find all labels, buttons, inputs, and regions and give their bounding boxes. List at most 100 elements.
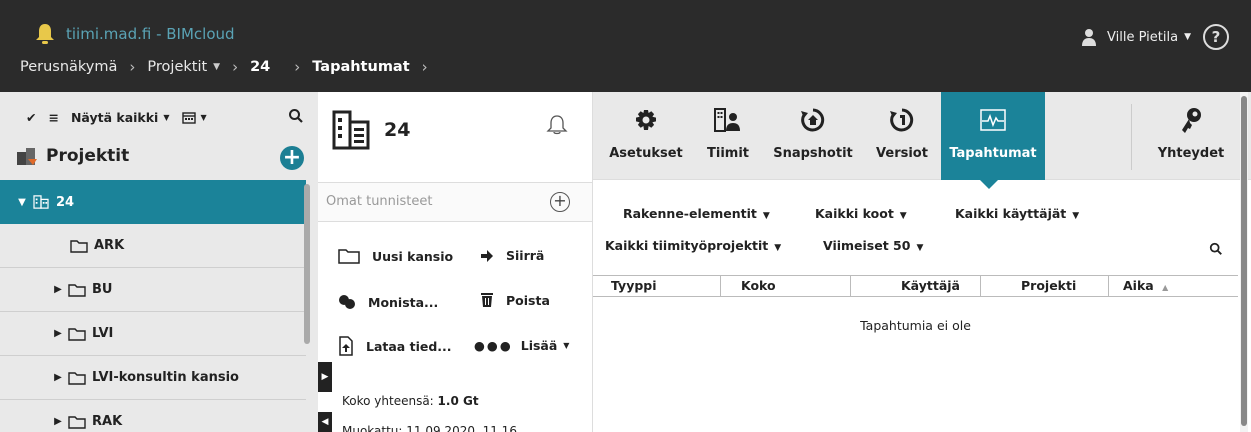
user-icon [1082,29,1097,46]
building-icon [332,110,370,150]
user-name[interactable]: Ville Pietila [1107,30,1178,45]
tree-item-label: LVI [92,326,114,341]
breadcrumb: Perusnäkymä › Projektit ▼ › 24 › Tapahtu… [20,58,440,76]
collapse-panel-arrow-icon[interactable]: ◀ [318,412,332,432]
tab-label: Asetukset [609,146,683,161]
tab-events[interactable]: Tapahtumat [941,92,1045,180]
versions-icon [888,106,916,134]
breadcrumb-separator-icon: › [232,58,239,76]
move-button[interactable]: Siirrä [480,248,544,263]
calendar-dropdown[interactable]: ▼ [181,111,207,124]
expand-arrow-icon[interactable]: ▶ [48,416,68,427]
breadcrumb-home[interactable]: Perusnäkymä [20,59,117,75]
more-dropdown[interactable]: ●●● Lisää ▼ [474,338,569,353]
column-header-time[interactable]: Aika ▲ [1109,276,1238,296]
breadcrumb-project[interactable]: 24 [250,59,270,75]
team-projects-filter-dropdown[interactable]: Kaikki tiimityöprojektit ▼ [605,238,781,253]
recent-filter-dropdown[interactable]: Viimeiset 50 ▼ [823,238,923,253]
expand-arrow-icon[interactable]: ▶ [48,284,68,295]
events-table-header: Tyyppi Koko Käyttäjä Projekti Aika ▲ [593,275,1238,297]
breadcrumb-current[interactable]: Tapahtumat [312,59,409,75]
add-tag-button[interactable]: + [550,192,570,212]
tree-item-ark[interactable]: ARK [0,224,306,268]
column-header-size[interactable]: Koko [721,276,851,296]
expand-arrow-icon[interactable]: ▶ [48,372,68,383]
upload-label: Lataa tied... [366,338,452,354]
breadcrumb-separator-icon: › [421,58,428,76]
tree-item-rak[interactable]: ▶ RAK [0,400,306,432]
new-folder-button[interactable]: Uusi kansio [338,248,453,264]
column-header-user[interactable]: Käyttäjä [851,276,981,296]
app-header: tiimi.mad.fi - BIMcloud Perusnäkymä › Pr… [0,0,1251,92]
tab-connections[interactable]: Yhteydet [1141,92,1241,180]
folder-icon [68,371,86,385]
breadcrumb-projects[interactable]: Projektit [147,59,207,75]
move-label: Siirrä [506,248,545,263]
tree-item-label: RAK [92,414,123,429]
delete-label: Poista [506,292,550,308]
tab-teams[interactable]: Tiimit [697,92,759,180]
project-tree: ▼ 24 ARK ▶ BU ▶ LVI ▶ LVI-konsultin kans… [0,180,306,432]
folder-icon [338,249,360,264]
more-label: Lisää [520,338,558,353]
chevron-down-icon: ▼ [899,211,907,221]
filter-label: Kaikki koot [815,206,894,221]
sizes-filter-dropdown[interactable]: Kaikki koot ▼ [815,206,907,221]
elements-filter-dropdown[interactable]: Rakenne-elementit ▼ [623,206,770,221]
tab-label: Tapahtumat [949,146,1037,161]
tags-field[interactable]: Omat tunnisteet + [318,182,592,222]
tags-placeholder: Omat tunnisteet [326,194,433,209]
chevron-down-icon[interactable]: ▼ [213,62,220,72]
project-header: 24 [332,110,410,150]
expand-arrow-icon[interactable]: ▼ [12,197,32,208]
filter-label: Rakenne-elementit [623,206,757,221]
tab-snapshots[interactable]: Snapshotit [769,92,857,180]
column-header-type[interactable]: Tyyppi [593,276,721,296]
tab-label: Yhteydet [1157,146,1225,161]
projects-icon [17,148,37,165]
checkmark-icon[interactable]: ✔ [26,110,36,125]
upload-file-button[interactable]: Lataa tied... [338,336,452,356]
add-project-button[interactable]: + [280,146,304,170]
tree-scrollbar[interactable] [304,184,310,344]
help-icon[interactable]: ? [1203,24,1229,50]
delete-button[interactable]: Poista [480,292,550,308]
filter-label: Viimeiset 50 [823,238,911,253]
empty-events-message: Tapahtumia ei ole [860,318,971,333]
folder-icon [68,415,86,429]
users-filter-dropdown[interactable]: Kaikki käyttäjät ▼ [955,206,1079,221]
filter-label: Kaikki tiimityöprojektit [605,238,769,253]
tree-item-bu[interactable]: ▶ BU [0,268,306,312]
tab-versions[interactable]: Versiot [869,92,935,180]
events-scrollbar[interactable] [1240,92,1248,432]
app-title[interactable]: tiimi.mad.fi - BIMcloud [66,25,235,43]
arrow-right-icon [481,249,493,262]
tree-item-lvi[interactable]: ▶ LVI [0,312,306,356]
key-icon [1177,106,1205,134]
expand-panel-arrow-icon[interactable]: ▶ [318,362,332,392]
search-icon[interactable] [1209,242,1223,256]
tree-item-label: ARK [94,238,125,253]
tree-item-lvi-konsultin-kansio[interactable]: ▶ LVI-konsultin kansio [0,356,306,400]
active-tab-pointer [980,180,998,189]
total-size-label: Koko yhteensä: [342,394,438,408]
tab-settings[interactable]: Asetukset [605,92,687,180]
filter-label: Kaikki käyttäjät [955,206,1067,221]
expand-arrow-icon[interactable]: ▶ [48,328,68,339]
left-toolbar: ✔ ≡ Näytä kaikki ▼ ▼ [26,110,219,125]
app-title-row: tiimi.mad.fi - BIMcloud [34,22,235,46]
column-header-project[interactable]: Projekti [981,276,1109,296]
user-menu[interactable]: Ville Pietila ▼ ? [1081,24,1229,50]
search-icon[interactable] [288,108,304,124]
notification-bell-icon[interactable] [546,114,568,136]
duplicate-button[interactable]: Monista... [338,294,438,310]
chevron-down-icon[interactable]: ▼ [1184,32,1191,42]
scrollbar-thumb[interactable] [1241,96,1247,426]
tree-item-label: LVI-konsultin kansio [92,370,239,385]
show-filter-dropdown[interactable]: Näytä kaikki ▼ [71,110,170,125]
tree-item-24[interactable]: ▼ 24 [0,180,306,224]
tab-label: Tiimit [707,146,749,161]
chevron-down-icon: ▼ [200,113,207,122]
list-icon[interactable]: ≡ [48,110,58,125]
events-icon [979,106,1007,134]
